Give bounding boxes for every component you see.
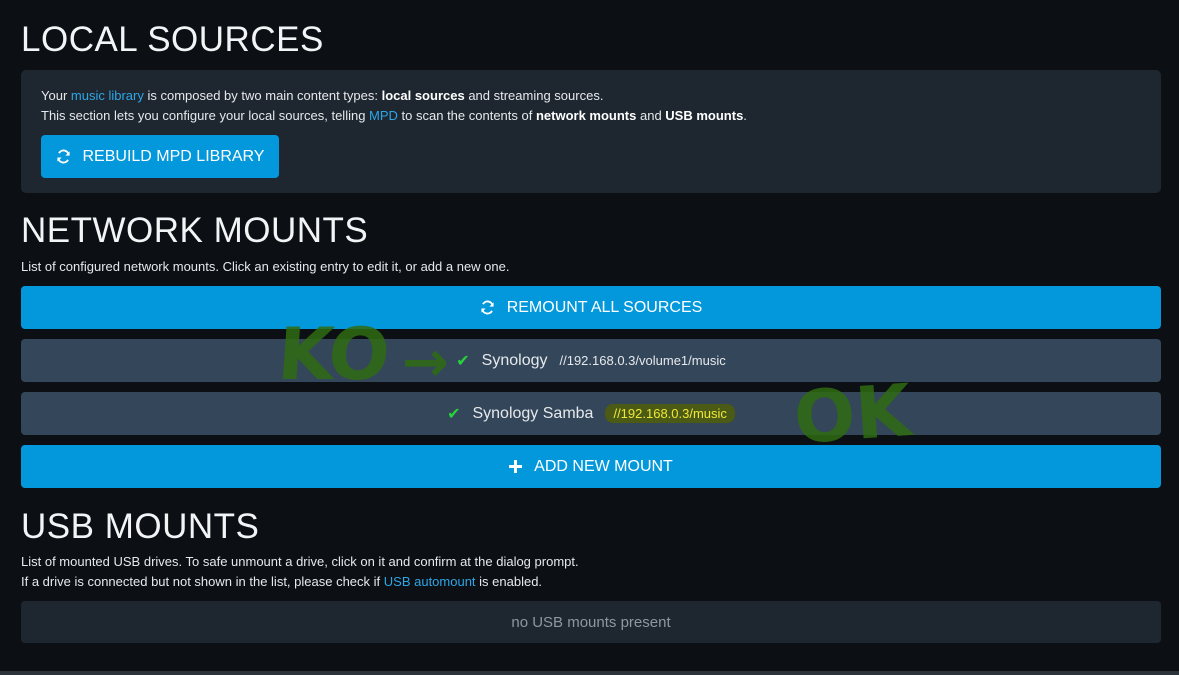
usb-automount-hint: If a drive is connected but not shown in… <box>21 574 543 589</box>
usb-mounts-title: USB MOUNTS <box>21 507 260 546</box>
refresh-icon <box>480 300 495 315</box>
info-line-1: Your music library is composed by two ma… <box>41 88 604 103</box>
add-new-mount-button[interactable]: ADD NEW MOUNT <box>21 445 1161 488</box>
check-icon: ✔ <box>456 352 470 370</box>
network-mounts-description: List of configured network mounts. Click… <box>21 259 510 274</box>
usb-mounts-empty-state: no USB mounts present <box>21 601 1161 643</box>
mount-name: Synology Samba <box>472 404 594 422</box>
add-new-mount-label: ADD NEW MOUNT <box>534 457 673 475</box>
check-icon: ✔ <box>447 405 461 423</box>
bottom-bar <box>0 671 1179 675</box>
music-library-link[interactable]: music library <box>71 88 144 103</box>
plus-icon <box>509 460 523 473</box>
mpd-link[interactable]: MPD <box>369 108 398 123</box>
network-mount-row[interactable]: ✔ Synology Samba //192.168.0.3/music <box>21 392 1161 435</box>
usb-automount-link[interactable]: USB automount <box>384 574 476 589</box>
info-line-2: This section lets you configure your loc… <box>41 108 747 123</box>
usb-mounts-description: List of mounted USB drives. To safe unmo… <box>21 554 579 569</box>
mount-name: Synology <box>481 351 548 369</box>
refresh-icon <box>56 149 71 164</box>
rebuild-mpd-library-button[interactable]: REBUILD MPD LIBRARY <box>41 135 279 178</box>
remount-all-sources-button[interactable]: REMOUNT ALL SOURCES <box>21 286 1161 329</box>
local-sources-info-panel: Your music library is composed by two ma… <box>21 70 1161 193</box>
mount-path: //192.168.0.3/volume1/music <box>559 353 726 368</box>
mount-path: //192.168.0.3/music <box>605 404 735 423</box>
local-sources-title: LOCAL SOURCES <box>21 20 324 59</box>
remount-all-sources-label: REMOUNT ALL SOURCES <box>506 298 703 316</box>
network-mounts-title: NETWORK MOUNTS <box>21 211 369 250</box>
network-mount-row[interactable]: ✔ Synology //192.168.0.3/volume1/music <box>21 339 1161 382</box>
rebuild-mpd-library-label: REBUILD MPD LIBRARY <box>82 147 265 165</box>
